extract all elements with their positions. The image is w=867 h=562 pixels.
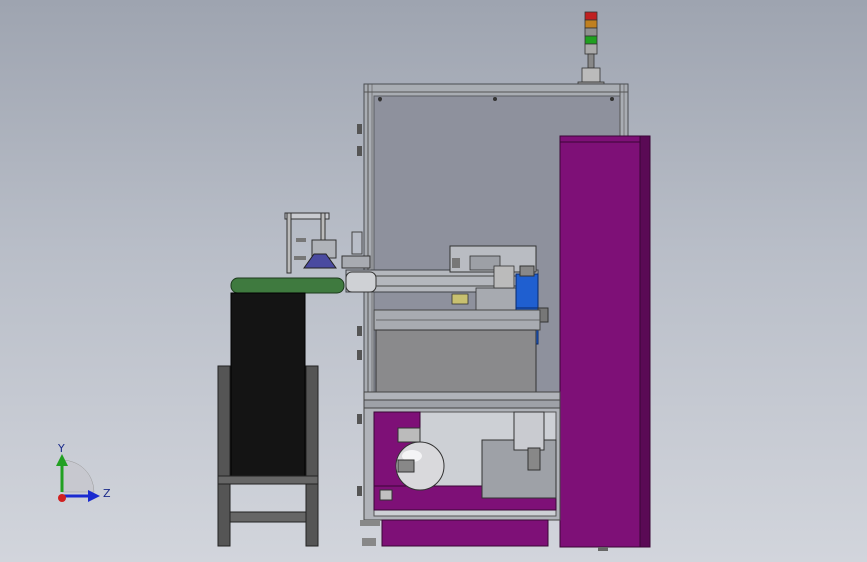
lower-cabinet: [357, 407, 561, 547]
conveyor-assembly: [345, 245, 561, 409]
feeder-bin: [217, 277, 345, 547]
signal-tower: [577, 11, 605, 87]
gantry-fixture: [284, 212, 371, 274]
origin-marker: [58, 494, 66, 502]
coordinate-triad: Y Z: [56, 442, 111, 502]
cad-viewport[interactable]: Y Z: [0, 0, 867, 562]
magenta-cabinet: [559, 135, 651, 551]
z-axis-label: Z: [103, 487, 111, 500]
y-axis-label: Y: [57, 442, 65, 455]
